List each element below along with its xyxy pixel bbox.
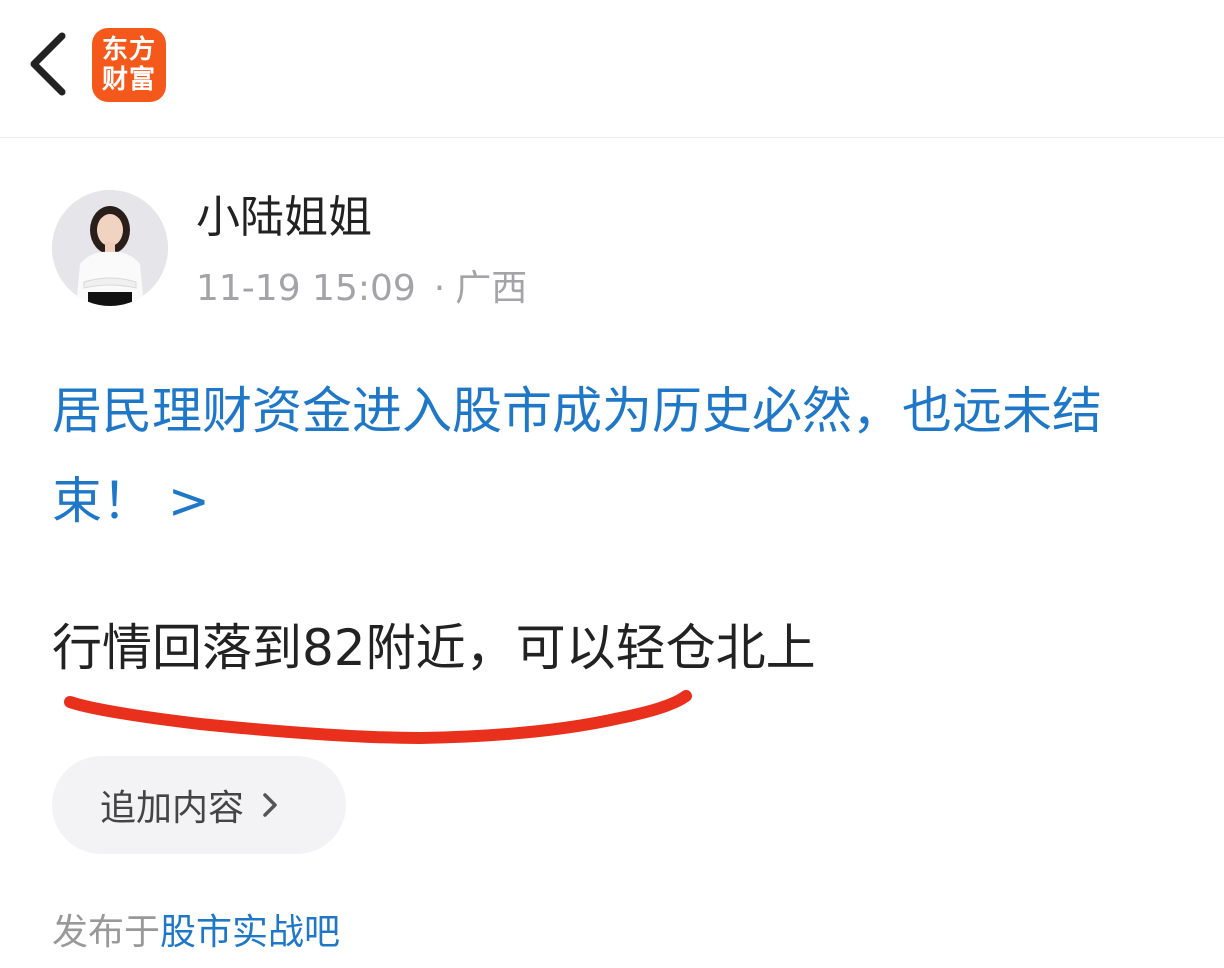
post-body: 行情回落到82附近，可以轻仓北上 <box>52 619 816 677</box>
chevron-left-icon <box>30 32 66 96</box>
chevron-right-icon <box>263 793 277 817</box>
logo-text-line1: 东方 <box>101 35 156 65</box>
post-meta: 11-19 15:09 · 广西 <box>196 266 527 312</box>
red-underline-annotation <box>64 690 692 745</box>
app-logo: 东方 财富 <box>92 28 166 102</box>
top-bar: 东方 财富 <box>0 0 1224 138</box>
post-timestamp: 11-19 15:09 <box>196 268 416 309</box>
back-button[interactable] <box>22 28 74 100</box>
author-name[interactable]: 小陆姐姐 <box>196 190 372 246</box>
author-avatar[interactable] <box>52 190 168 306</box>
posted-prefix: 发布于 <box>52 912 161 953</box>
logo-text-line2: 财富 <box>101 65 156 95</box>
post-headline-link[interactable]: 居民理财资金进入股市成为历史必然，也远未结束！ > <box>52 366 1192 546</box>
posted-in: 发布于股市实战吧 <box>52 908 340 958</box>
append-content-button[interactable]: 追加内容 <box>52 756 346 854</box>
avatar-image <box>52 190 168 306</box>
meta-separator: · <box>433 268 446 309</box>
append-content-label: 追加内容 <box>100 788 245 829</box>
post-location: 广西 <box>455 268 528 309</box>
forum-link[interactable]: 股市实战吧 <box>160 912 340 953</box>
